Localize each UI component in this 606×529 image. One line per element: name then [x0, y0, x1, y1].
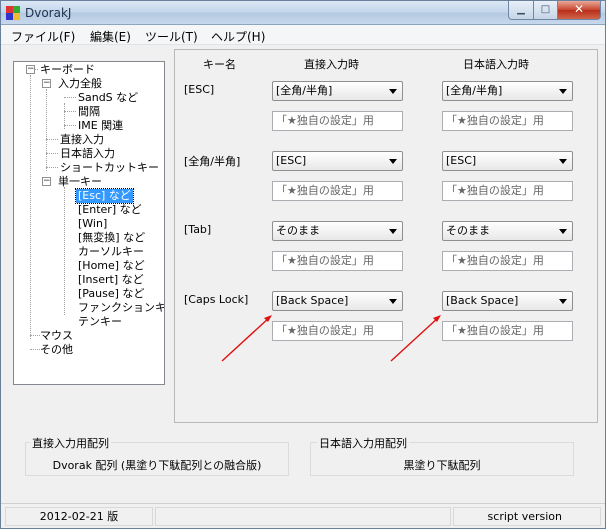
japanese-custom-field-tab[interactable]: 「★独自の設定」用 — [442, 251, 573, 271]
tree-item-input-general[interactable]: 入力全般 — [58, 77, 102, 91]
red-arrow-japanese — [390, 316, 440, 362]
column-header-japanese: 日本語入力時 — [463, 58, 529, 71]
key-label-esc: [ESC] — [184, 83, 215, 96]
direct-custom-field-tab[interactable]: 「★独自の設定」用 — [272, 251, 403, 271]
combo-value: [ESC] — [446, 154, 477, 167]
red-arrow-direct — [221, 316, 271, 362]
tree-line — [64, 125, 76, 126]
tree-line — [46, 153, 58, 154]
menu-file[interactable]: ファイル(F) — [11, 28, 75, 45]
maximize-icon: □ — [540, 4, 551, 15]
status-bar: 2012-02-21 版 script version — [1, 503, 605, 528]
tree-collapse-single-key-icon[interactable]: − — [42, 177, 51, 186]
window-title: DvorakJ — [25, 6, 72, 20]
app-icon — [6, 6, 20, 20]
chevron-down-icon — [559, 299, 567, 304]
japanese-select-esc[interactable]: [全角/半角] — [442, 81, 573, 101]
tree-item-pause[interactable]: [Pause] など — [78, 287, 144, 301]
tree-item-insert[interactable]: [Insert] など — [78, 273, 144, 287]
status-script-version: script version — [453, 507, 601, 526]
tree-line — [64, 111, 76, 112]
direct-custom-field-zenkaku[interactable]: 「★独自の設定」用 — [272, 181, 403, 201]
tree-line — [30, 75, 31, 339]
status-version: 2012-02-21 版 — [5, 507, 153, 526]
close-button[interactable]: ✕ — [557, 1, 601, 20]
tree-item-keyboard[interactable]: キーボード — [40, 63, 95, 77]
direct-layout-label: 直接入力用配列 — [30, 435, 111, 451]
tree-item-japanese-input[interactable]: 日本語入力 — [60, 147, 115, 161]
tree-item-single-key[interactable]: 単一キー — [58, 175, 102, 189]
menu-help[interactable]: ヘルプ(H) — [211, 28, 265, 45]
tree-line — [46, 167, 58, 168]
chevron-down-icon — [389, 89, 397, 94]
direct-select-tab[interactable]: そのまま — [272, 221, 403, 241]
column-header-key-name: キー名 — [203, 58, 236, 71]
key-label-zenkaku: [全角/半角] — [184, 155, 241, 168]
annotation-arrows — [221, 315, 441, 362]
tree-item-cursor-key[interactable]: カーソルキー — [78, 245, 144, 259]
tree-line — [64, 97, 76, 98]
tree-item-ime[interactable]: IME 関連 — [78, 119, 123, 133]
tree-item-sands[interactable]: SandS など — [78, 91, 138, 105]
menu-bar: ファイル(F) 編集(E) ツール(T) ヘルプ(H) — [1, 25, 605, 45]
combo-value: そのまま — [446, 224, 490, 237]
minimize-button[interactable]: ▁ — [508, 1, 534, 20]
tree-item-interval[interactable]: 間隔 — [78, 105, 100, 119]
tree-collapse-input-icon[interactable]: − — [42, 79, 51, 88]
japanese-layout-value: 黒塗り下駄配列 — [403, 459, 481, 472]
tree-collapse-keyboard-icon[interactable]: − — [26, 65, 35, 74]
tree-item-direct-input[interactable]: 直接入力 — [60, 133, 104, 147]
combo-value: [全角/半角] — [446, 84, 503, 97]
japanese-select-tab[interactable]: そのまま — [442, 221, 573, 241]
tree-item-enter[interactable]: [Enter] など — [78, 203, 142, 217]
chevron-down-icon — [559, 89, 567, 94]
direct-custom-field-esc[interactable]: 「★独自の設定」用 — [272, 111, 403, 131]
minimize-icon: ▁ — [517, 4, 525, 15]
chevron-down-icon — [389, 299, 397, 304]
combo-value: そのまま — [276, 224, 320, 237]
tree-item-win[interactable]: [Win] — [78, 217, 107, 231]
key-label-tab: [Tab] — [184, 223, 212, 236]
tree-item-mouse[interactable]: マウス — [40, 329, 73, 343]
key-label-capslock: [Caps Lock] — [184, 293, 249, 306]
chevron-down-icon — [389, 159, 397, 164]
japanese-select-capslock[interactable]: [Back Space] — [442, 291, 573, 311]
japanese-custom-field-zenkaku[interactable]: 「★独自の設定」用 — [442, 181, 573, 201]
tree-line — [46, 89, 47, 171]
tree-item-function-key[interactable]: ファンクションキー — [78, 301, 164, 315]
settings-tree[interactable]: − キーボード − 入力全般 SandS など 間隔 IME 関連 直接入力 日… — [13, 61, 165, 385]
combo-value: [全角/半角] — [276, 84, 333, 97]
japanese-custom-field-esc[interactable]: 「★独自の設定」用 — [442, 111, 573, 131]
tree-line — [64, 187, 65, 315]
tree-line — [46, 139, 58, 140]
tree-item-other[interactable]: その他 — [40, 343, 73, 357]
japanese-layout-label: 日本語入力用配列 — [317, 435, 409, 451]
chevron-down-icon — [389, 229, 397, 234]
column-header-direct: 直接入力時 — [304, 58, 359, 71]
tree-item-home[interactable]: [Home] など — [78, 259, 145, 273]
tree-item-esc[interactable]: [Esc] など — [75, 188, 134, 204]
combo-value: [ESC] — [276, 154, 307, 167]
menu-edit[interactable]: 編集(E) — [90, 28, 131, 45]
combo-value: [Back Space] — [446, 294, 519, 307]
chevron-down-icon — [559, 159, 567, 164]
app-window: DvorakJ ▁ □ ✕ ファイル(F) 編集(E) ツール(T) ヘルプ(H… — [0, 0, 606, 529]
japanese-custom-field-capslock[interactable]: 「★独自の設定」用 — [442, 321, 573, 341]
status-empty — [155, 507, 451, 526]
tree-line — [30, 335, 40, 336]
tree-line — [30, 349, 40, 350]
tree-item-tenkey[interactable]: テンキー — [78, 315, 122, 329]
menu-tools[interactable]: ツール(T) — [145, 28, 198, 45]
direct-select-esc[interactable]: [全角/半角] — [272, 81, 403, 101]
direct-layout-value: Dvorak 配列 (黒塗り下駄配列との融合版) — [52, 459, 262, 472]
direct-select-zenkaku[interactable]: [ESC] — [272, 151, 403, 171]
maximize-button[interactable]: □ — [533, 1, 558, 20]
tree-item-shortcut-key[interactable]: ショートカットキー — [60, 161, 159, 175]
title-bar[interactable]: DvorakJ ▁ □ ✕ — [1, 1, 605, 25]
chevron-down-icon — [559, 229, 567, 234]
close-icon: ✕ — [573, 2, 585, 16]
japanese-select-zenkaku[interactable]: [ESC] — [442, 151, 573, 171]
tree-item-muhenkan[interactable]: [無変換] など — [78, 231, 145, 245]
